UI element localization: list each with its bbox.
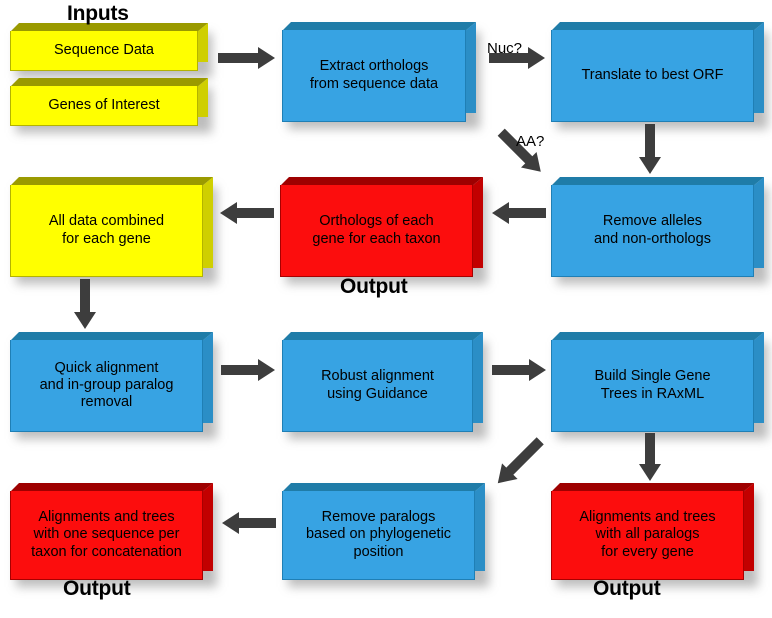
node-side-bevel <box>465 22 476 113</box>
node-label-text: Remove alleles and non-orthologs <box>594 213 711 247</box>
aa-label: AA? <box>516 133 545 150</box>
node-label: Build Single Gene Trees in RAxML <box>551 340 754 432</box>
node-label: Remove paralogs based on phylogenetic po… <box>282 491 475 580</box>
node-label: Sequence Data <box>10 31 198 71</box>
node-label: Extract orthologs from sequence data <box>282 30 466 122</box>
arrow-translate-to-remove-icon <box>639 124 661 174</box>
node-label: Orthologs of each gene for each taxon <box>280 185 473 277</box>
node-label-text: Orthologs of each gene for each taxon <box>312 213 441 247</box>
arrow-inputs-to-extract-icon <box>218 47 275 69</box>
node-remove-paralogs: Remove paralogs based on phylogenetic po… <box>282 483 489 587</box>
node-sequence-data: Sequence Data <box>10 23 212 78</box>
node-side-bevel <box>753 332 764 423</box>
arrow-robust-to-build-icon <box>492 359 546 381</box>
node-label-text: All data combined for each gene <box>48 213 165 247</box>
node-genes-of-interest: Genes of Interest <box>10 78 212 133</box>
node-label: All data combined for each gene <box>10 185 203 277</box>
inputs-label: Inputs <box>67 2 129 25</box>
node-alignments-all-para: Alignments and trees with all paralogs f… <box>551 483 758 587</box>
node-alignments-one-seq: Alignments and trees with one sequence p… <box>10 483 217 587</box>
node-label: Alignments and trees with all paralogs f… <box>551 491 744 580</box>
node-quick-alignment: Quick alignment and in-group paralog rem… <box>10 332 217 439</box>
node-side-bevel <box>202 177 213 268</box>
node-label-text: Quick alignment and in-group paralog rem… <box>39 359 174 411</box>
output-label-3: Output <box>593 577 661 600</box>
arrow-quick-to-robust-icon <box>221 359 275 381</box>
node-label-text: Build Single Gene Trees in RAxML <box>594 368 711 402</box>
node-side-bevel <box>472 332 483 423</box>
node-side-bevel <box>474 483 485 571</box>
node-build-gene-trees: Build Single Gene Trees in RAxML <box>551 332 768 439</box>
node-translate-orf: Translate to best ORF <box>551 22 768 129</box>
node-label: Translate to best ORF <box>551 30 754 122</box>
arrow-remove-to-orthologs-icon <box>492 202 546 224</box>
node-label-text: Remove paralogs based on phylogenetic po… <box>305 509 452 560</box>
node-all-data-combined: All data combined for each gene <box>10 177 217 284</box>
node-label-text: Robust alignment using Guidance <box>321 368 434 402</box>
arrow-build-to-alignments-icon <box>639 433 661 481</box>
node-extract-orthologs: Extract orthologs from sequence data <box>282 22 480 129</box>
node-label: Genes of Interest <box>10 86 198 126</box>
node-label-text: Translate to best ORF <box>581 66 724 83</box>
node-side-bevel <box>753 177 764 268</box>
node-side-bevel <box>202 332 213 423</box>
node-label-text: Alignments and trees with one sequence p… <box>31 509 182 560</box>
node-robust-alignment: Robust alignment using Guidance <box>282 332 487 439</box>
node-side-bevel <box>472 177 483 268</box>
output-label-1: Output <box>340 275 408 298</box>
arrow-removeparalogs-to-align-icon <box>222 512 276 534</box>
node-side-bevel <box>202 483 213 571</box>
node-label: Quick alignment and in-group paralog rem… <box>10 340 203 432</box>
nuc-label: Nuc? <box>487 40 523 57</box>
arrow-build-to-removeparalogs-icon <box>485 428 553 496</box>
node-label-text: Genes of Interest <box>48 96 160 113</box>
node-remove-alleles: Remove alleles and non-orthologs <box>551 177 768 284</box>
node-side-bevel <box>753 22 764 113</box>
node-orthologs-each-gene: Orthologs of each gene for each taxon <box>280 177 487 284</box>
flowchart-canvas: Sequence Data Genes of Interest Extract or… <box>0 0 772 618</box>
node-label: Remove alleles and non-orthologs <box>551 185 754 277</box>
node-label: Alignments and trees with one sequence p… <box>10 491 203 580</box>
arrow-extract-to-remove-alleles-icon <box>489 120 553 184</box>
node-label-text: Alignments and trees with all paralogs f… <box>579 509 716 560</box>
node-label: Robust alignment using Guidance <box>282 340 473 432</box>
output-label-2: Output <box>63 577 131 600</box>
node-side-bevel <box>743 483 754 571</box>
arrow-alldata-to-quick-icon <box>74 279 96 329</box>
arrow-orthologs-to-alldata-icon <box>220 202 274 224</box>
node-label-text: Extract orthologs from sequence data <box>309 58 439 92</box>
node-label-text: Sequence Data <box>54 41 154 58</box>
